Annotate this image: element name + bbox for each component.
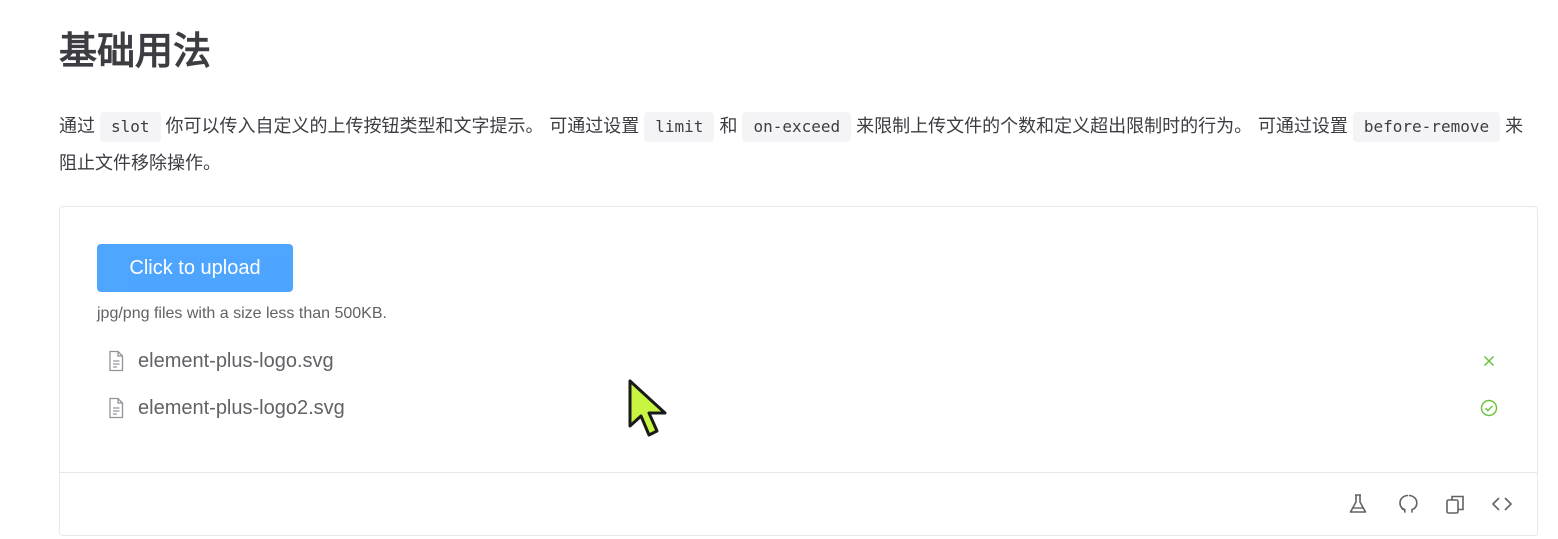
code-slot: slot: [100, 112, 161, 142]
file-name: element-plus-logo.svg: [138, 349, 334, 372]
document-icon: [109, 350, 124, 372]
mouse-cursor-icon: [628, 379, 667, 437]
demo-block: Click to upload jpg/png files with a siz…: [59, 206, 1538, 536]
click-to-upload-button[interactable]: Click to upload: [97, 244, 293, 292]
github-icon[interactable]: [1397, 493, 1419, 515]
demo-toolbar: [60, 472, 1537, 539]
copy-icon[interactable]: [1444, 493, 1466, 515]
close-icon[interactable]: [1480, 352, 1498, 370]
code-before-remove: before-remove: [1352, 112, 1501, 142]
description-text: 和: [719, 116, 738, 137]
file-list-item[interactable]: element-plus-logo2.svg: [106, 391, 1498, 425]
description-text: 来限制上传文件的个数和定义超出限制时的行为。 可通过设置: [856, 116, 1348, 137]
file-name: element-plus-logo2.svg: [138, 396, 345, 419]
description-text: 你可以传入自定义的上传按钮类型和文字提示。 可通过设置: [165, 116, 640, 137]
upload-tip: jpg/png files with a size less than 500K…: [97, 305, 387, 322]
code-on-exceed: on-exceed: [742, 112, 852, 142]
page-title: 基础用法: [59, 29, 212, 73]
file-list-item[interactable]: element-plus-logo.svg: [106, 344, 1498, 378]
view-source-icon[interactable]: [1491, 493, 1513, 515]
playground-flask-icon[interactable]: [1347, 493, 1369, 515]
document-icon: [109, 397, 124, 419]
code-limit: limit: [644, 112, 715, 142]
description-text: 通过: [59, 116, 95, 137]
success-check-icon: [1480, 399, 1498, 417]
section-description: 通过 slot 你可以传入自定义的上传按钮类型和文字提示。 可通过设置 limit 和 o…: [59, 108, 1529, 182]
